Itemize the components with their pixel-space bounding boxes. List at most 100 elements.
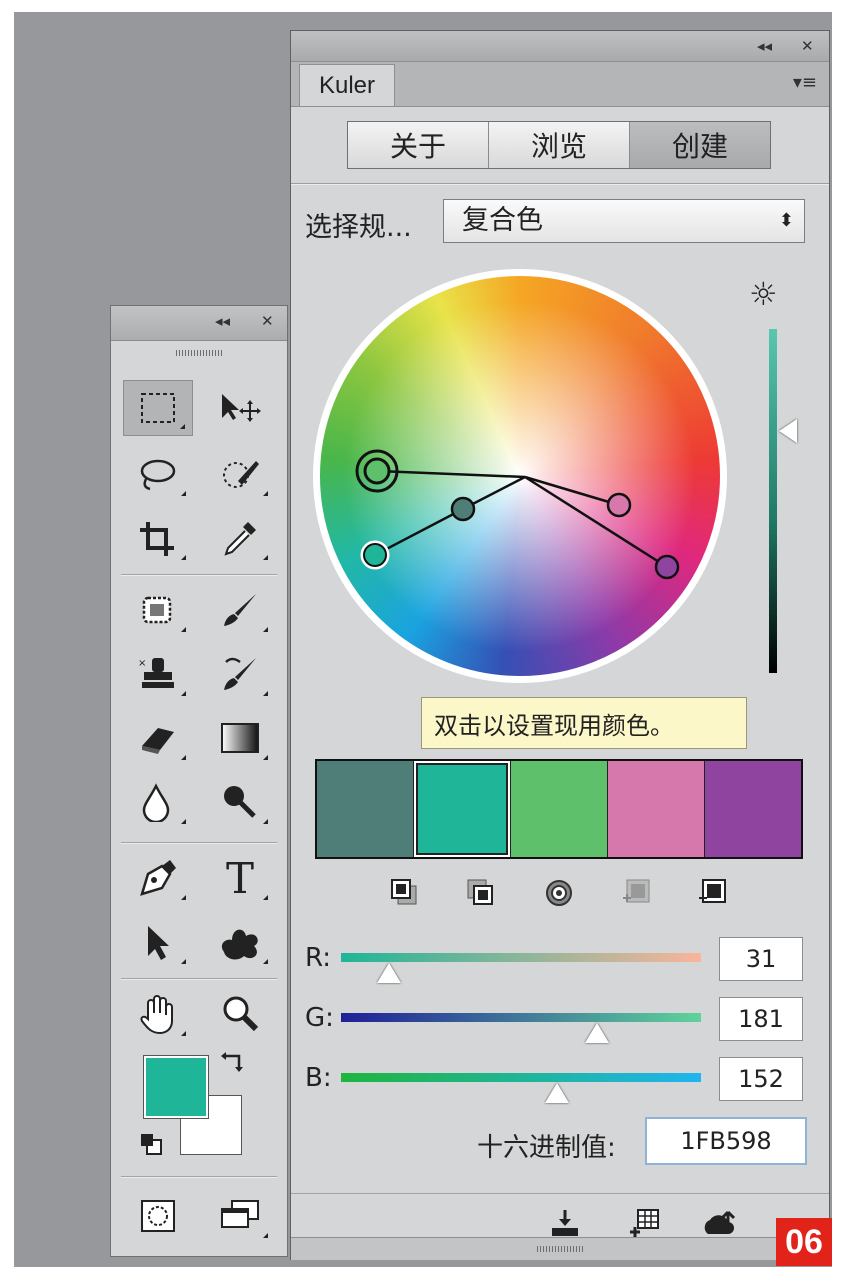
hand-tool[interactable] (123, 986, 193, 1042)
submenu-corner (181, 691, 186, 696)
submenu-corner (263, 819, 268, 824)
blur-tool[interactable] (123, 774, 193, 830)
green-value-input[interactable]: 181 (719, 997, 803, 1041)
type-tool[interactable]: T (205, 850, 275, 906)
spot-healing-brush-tool[interactable] (123, 582, 193, 638)
brush-tool[interactable] (205, 582, 275, 638)
brightness-slider-track[interactable] (769, 329, 777, 673)
hand-icon (140, 995, 173, 1035)
red-slider-row: R: 31 (305, 937, 817, 993)
color-marker[interactable] (606, 492, 632, 518)
color-swatch-active[interactable] (414, 761, 511, 857)
default-colors-icon[interactable] (139, 1132, 165, 1158)
add-swatches-grid-icon (630, 1209, 659, 1237)
close-icon[interactable]: ✕ (801, 37, 814, 55)
submenu-corner (181, 959, 186, 964)
red-slider-track[interactable] (341, 953, 701, 962)
submenu-corner (181, 491, 186, 496)
submenu-corner (263, 491, 268, 496)
color-swatch[interactable] (511, 761, 608, 857)
segment-create[interactable]: 创建 (630, 122, 770, 168)
dodge-icon (224, 786, 256, 818)
blue-value-input[interactable]: 152 (719, 1057, 803, 1101)
upload-cloud-icon (704, 1210, 736, 1234)
path-selection-tool[interactable] (123, 914, 193, 970)
brightness-slider-thumb[interactable] (779, 419, 797, 443)
blur-drop-icon (142, 783, 170, 822)
submenu-corner (263, 555, 268, 560)
close-icon[interactable]: ✕ (261, 312, 274, 330)
color-marker[interactable] (450, 496, 476, 522)
red-slider-thumb[interactable] (377, 963, 401, 983)
step-number-badge: 06 (776, 1218, 832, 1266)
blue-slider-thumb[interactable] (545, 1083, 569, 1103)
color-swatch[interactable] (317, 761, 414, 857)
add-fg-to-swatch-button[interactable] (615, 873, 655, 913)
color-swatch[interactable] (608, 761, 705, 857)
color-marker[interactable] (654, 554, 680, 580)
history-brush-tool[interactable] (205, 646, 275, 702)
crop-tool[interactable] (123, 510, 193, 566)
collapse-icon[interactable]: ◂◂ (757, 37, 772, 55)
red-value-input[interactable]: 31 (719, 937, 803, 981)
green-slider-track[interactable] (341, 1013, 701, 1022)
dodge-tool[interactable] (205, 774, 275, 830)
move-tool[interactable] (205, 380, 275, 436)
color-wheel-markers (355, 449, 680, 580)
segment-browse[interactable]: 浏览 (489, 122, 630, 168)
select-arrows-icon: ⬍ (778, 210, 794, 231)
green-slider-thumb[interactable] (585, 1023, 609, 1043)
magnifier-icon (223, 996, 259, 1032)
kuler-footer (291, 1237, 829, 1260)
submenu-corner (263, 627, 268, 632)
rectangular-marquee-tool[interactable] (123, 380, 193, 436)
add-bg-to-swatch-button[interactable] (691, 873, 731, 913)
clone-stamp-tool[interactable]: × (123, 646, 193, 702)
tools-separator (121, 978, 277, 980)
foreground-color-swatch-front[interactable] (143, 1055, 209, 1119)
hex-value-input[interactable]: 1FB598 (645, 1117, 807, 1165)
submenu-corner (181, 755, 186, 760)
set-fg-color-button[interactable] (385, 873, 425, 913)
lasso-tool[interactable] (123, 446, 193, 502)
color-swatch[interactable] (705, 761, 801, 857)
svg-text:×: × (138, 658, 146, 669)
eyedropper-tool[interactable] (205, 510, 275, 566)
base-color-target-icon (546, 880, 572, 906)
rule-select-value: 复合色 (462, 205, 543, 236)
set-base-color-button[interactable] (539, 873, 579, 913)
set-bg-color-button[interactable] (461, 873, 501, 913)
stamp-icon: × (138, 658, 174, 688)
submenu-corner (181, 1031, 186, 1036)
quick-mask-mode-button[interactable] (123, 1188, 193, 1244)
custom-shape-tool[interactable] (205, 914, 275, 970)
panel-menu-icon[interactable]: ▾≡ (793, 72, 817, 93)
rule-select[interactable]: 复合色 ⬍ (443, 199, 805, 243)
swap-colors-icon[interactable] (219, 1050, 247, 1078)
submenu-corner (263, 895, 268, 900)
eraser-tool[interactable] (123, 710, 193, 766)
gradient-tool[interactable] (205, 710, 275, 766)
tools-grip[interactable] (176, 350, 222, 356)
base-color-marker[interactable] (363, 457, 391, 485)
lasso-icon (140, 459, 176, 491)
swatch-tools-row (291, 873, 831, 913)
marquee-icon (141, 393, 175, 423)
collapse-icon[interactable]: ◂◂ (215, 312, 230, 330)
submenu-corner (263, 1233, 268, 1238)
tab-kuler[interactable]: Kuler (299, 64, 395, 106)
quick-selection-tool[interactable] (205, 446, 275, 502)
active-color-marker[interactable] (360, 540, 390, 570)
kuler-resize-grip[interactable] (537, 1246, 583, 1252)
screen-mode-button[interactable] (205, 1188, 275, 1244)
kuler-panel-titlebar[interactable]: ◂◂ ✕ (291, 31, 829, 62)
download-tray-icon (552, 1210, 578, 1236)
tools-panel-header[interactable]: ◂◂ ✕ (111, 306, 287, 341)
submenu-corner (181, 819, 186, 824)
pen-tool[interactable] (123, 850, 193, 906)
zoom-tool[interactable] (205, 986, 275, 1042)
healing-patch-icon (142, 596, 172, 624)
blue-slider-row: B: 152 (305, 1057, 817, 1113)
segment-about[interactable]: 关于 (348, 122, 489, 168)
blue-slider-track[interactable] (341, 1073, 701, 1082)
